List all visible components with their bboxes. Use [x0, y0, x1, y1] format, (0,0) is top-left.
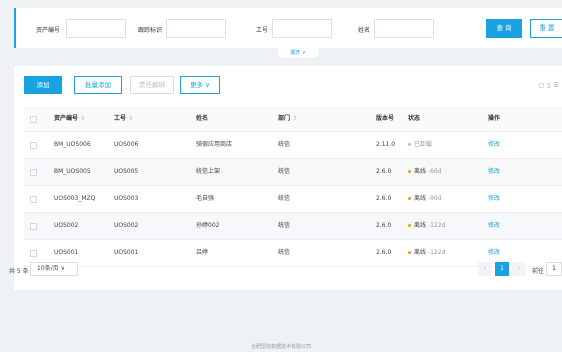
- cell-dept: 统信: [278, 168, 291, 175]
- status-dot-icon: [408, 197, 411, 200]
- table-row: BM_UOS006 UOS006 骑宿应用商店 统信 2.11.0 已卸载 修改: [24, 132, 562, 159]
- goto-page-input[interactable]: 1: [546, 262, 562, 276]
- cell-version: 2.6.0: [376, 222, 392, 229]
- col-emp-no[interactable]: 工号 ⇕: [114, 106, 133, 132]
- cell-dept: 统信: [278, 249, 291, 256]
- expand-filter-toggle[interactable]: 展开 ∨: [278, 48, 318, 58]
- page-size-select[interactable]: 10条/页 ∨: [30, 262, 78, 276]
- tracking-id-input[interactable]: [166, 19, 226, 38]
- cell-asset-no: BM_UOS005: [54, 168, 91, 175]
- unbind-button[interactable]: 责任解绑: [130, 76, 174, 94]
- table-row: UOS002 UOS002 孙婷002 统信 2.6.0 离线 -122d 修改: [24, 213, 562, 240]
- filter-label-name: 姓名: [358, 27, 371, 34]
- select-all-checkbox[interactable]: [30, 116, 37, 123]
- cell-name: 统信上架: [196, 168, 221, 175]
- more-dropdown[interactable]: 更多 ∨: [180, 76, 220, 94]
- row-checkbox[interactable]: [30, 250, 37, 257]
- cell-name: 吕婷: [196, 249, 209, 256]
- row-checkbox[interactable]: [30, 169, 37, 176]
- cell-version: 2.6.0: [376, 195, 392, 202]
- cell-emp-no: UOS005: [114, 168, 139, 175]
- edit-link[interactable]: 修改: [488, 186, 500, 212]
- refresh-icon[interactable]: ▢: [539, 82, 548, 89]
- edit-link[interactable]: 修改: [488, 159, 500, 185]
- status-dot-icon: [408, 224, 411, 227]
- table-header: 资产编号 ⇕ 工号 ⇕ 姓名 部门 ⇕ 版本号 状态 操作: [24, 106, 562, 132]
- cell-dept: 统信: [278, 222, 291, 229]
- col-version: 版本号: [376, 115, 395, 122]
- cell-name: 毛自强: [196, 195, 215, 202]
- table-tools: ▢▯☰: [539, 82, 562, 89]
- asset-no-input[interactable]: [66, 19, 126, 38]
- cell-name: 骑宿应用商店: [196, 141, 233, 148]
- row-checkbox[interactable]: [30, 142, 37, 149]
- cell-dept: 统信: [278, 141, 291, 148]
- col-status: 状态: [408, 115, 421, 122]
- edit-link[interactable]: 修改: [488, 213, 500, 239]
- sort-icon[interactable]: ⇕: [80, 115, 85, 122]
- col-action: 操作: [488, 115, 501, 122]
- cell-status: 已卸载: [408, 132, 432, 158]
- filter-panel: 资产编号 跟踪标识 工号 姓名 查 询 重 置: [14, 8, 562, 48]
- cell-asset-no: UOS002: [54, 222, 79, 229]
- prev-page-button[interactable]: ‹: [478, 262, 492, 276]
- status-dot-icon: [408, 143, 411, 146]
- filter-label-emp-no: 工号: [256, 27, 269, 34]
- sort-icon[interactable]: ⇕: [128, 115, 133, 122]
- cell-name: 孙婷002: [196, 222, 220, 229]
- cell-status: 离线 -99d: [408, 186, 442, 212]
- emp-no-input[interactable]: [272, 19, 332, 38]
- asset-list-panel: 添加 批量添加 责任解绑 更多 ∨ ▢▯☰ 资产编号 ⇕ 工号 ⇕ 姓名 部门 …: [14, 66, 562, 290]
- table-row: BM_UOS005 UOS005 统信上架 统信 2.6.0 离线 -66d 修…: [24, 159, 562, 186]
- cell-dept: 统信: [278, 195, 291, 202]
- col-name: 姓名: [196, 115, 209, 122]
- edit-link[interactable]: 修改: [488, 132, 500, 158]
- filter-label-asset-no: 资产编号: [36, 27, 61, 34]
- status-dot-icon: [408, 251, 411, 254]
- cell-asset-no: UOS003_MZQ: [54, 195, 96, 202]
- cell-version: 2.6.0: [376, 249, 392, 256]
- cell-emp-no: UOS002: [114, 222, 139, 229]
- page-1-button[interactable]: 1: [495, 262, 509, 276]
- footer-copyright: 合肥国信数据技术有限公司: [250, 344, 311, 350]
- name-input[interactable]: [374, 19, 434, 38]
- goto-label: 前往: [532, 268, 545, 275]
- cell-emp-no: UOS006: [114, 141, 139, 148]
- row-checkbox[interactable]: [30, 196, 37, 203]
- cell-version: 2.6.0: [376, 168, 392, 175]
- table-row: UOS003_MZQ UOS003 毛自强 统信 2.6.0 离线 -99d 修…: [24, 186, 562, 213]
- cell-emp-no: UOS003: [114, 195, 139, 202]
- row-checkbox[interactable]: [30, 223, 37, 230]
- reset-button[interactable]: 重 置: [530, 19, 562, 38]
- col-dept[interactable]: 部门 ⇕: [278, 106, 297, 132]
- query-button[interactable]: 查 询: [486, 19, 522, 38]
- cell-status: 离线 -122d: [408, 213, 445, 239]
- column-settings-icon[interactable]: ☰: [554, 82, 562, 89]
- cell-status: 离线 -66d: [408, 159, 442, 185]
- cell-emp-no: UOS001: [114, 249, 139, 256]
- batch-add-button[interactable]: 批量添加: [74, 76, 122, 94]
- cell-status: 离线 -122d: [408, 240, 445, 266]
- cell-version: 2.11.0: [376, 141, 396, 148]
- sort-icon[interactable]: ⇕: [292, 115, 297, 122]
- next-page-button[interactable]: ›: [512, 262, 526, 276]
- cell-asset-no: BM_UOS006: [54, 141, 91, 148]
- col-asset-no[interactable]: 资产编号 ⇕: [54, 106, 85, 132]
- status-dot-icon: [408, 170, 411, 173]
- filter-label-tracking-id: 跟踪标识: [138, 27, 163, 34]
- total-count: 共 5 条: [9, 268, 29, 275]
- add-button[interactable]: 添加: [24, 76, 62, 94]
